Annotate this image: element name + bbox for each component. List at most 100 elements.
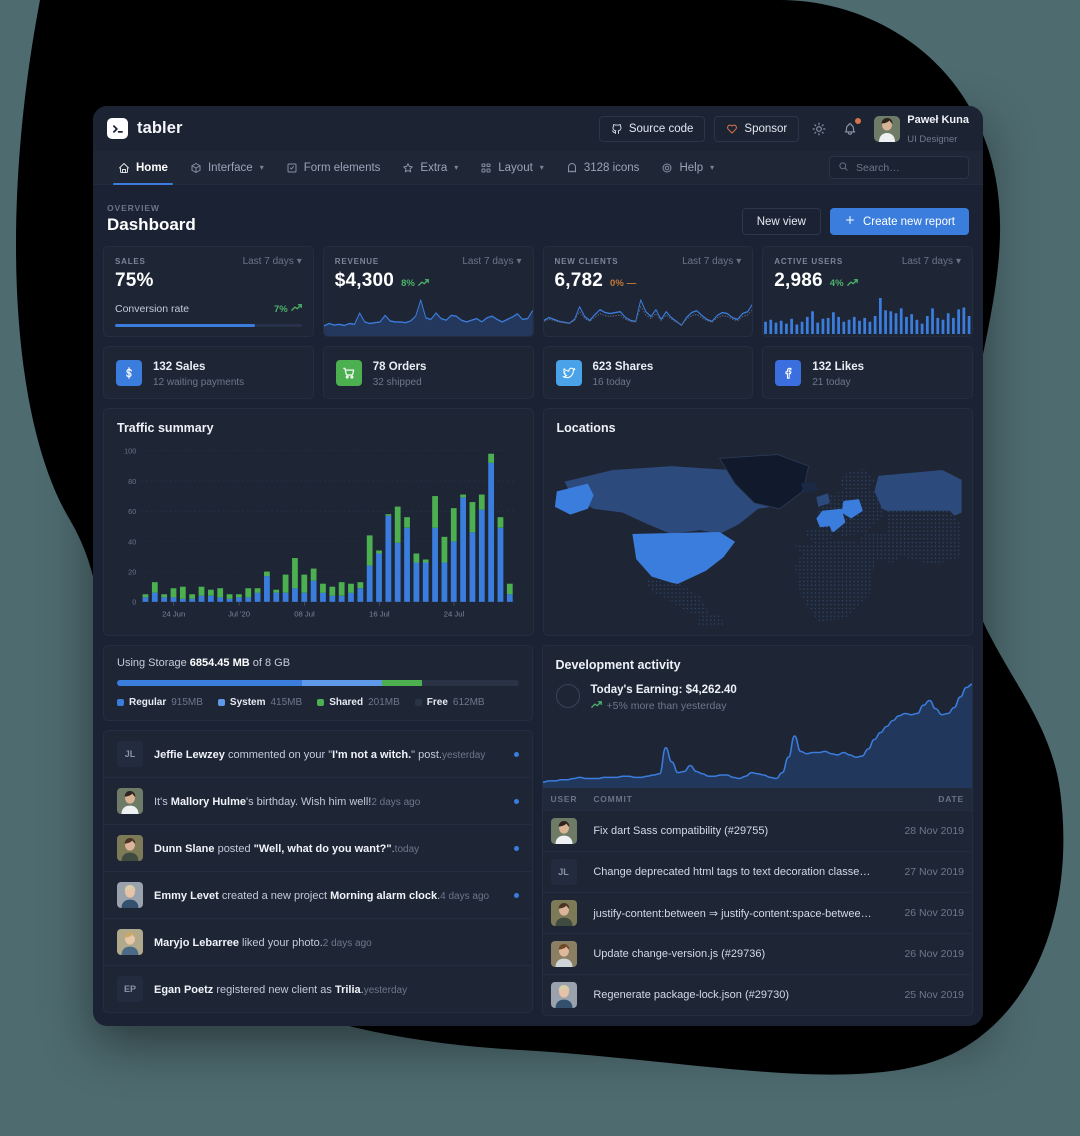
nav-item-form-elements[interactable]: Form elements [275, 151, 392, 185]
activity-time: yesterday [364, 985, 407, 996]
nav-item-help[interactable]: Help ▾ [650, 151, 725, 185]
unread-indicator [514, 752, 519, 757]
commit-date: 28 Nov 2019 [893, 811, 972, 852]
nav-label: Extra [420, 162, 447, 174]
legend-item: Free612MB [415, 697, 485, 708]
legend-size: 415MB [271, 697, 303, 708]
stat-period-selector[interactable]: Last 7 days ▾ [243, 256, 302, 267]
activity-time: today [395, 844, 419, 855]
nav-item-extra[interactable]: Extra ▾ [391, 151, 469, 185]
stat-label: ACTIVE USERS [774, 257, 843, 266]
svg-text:80: 80 [128, 477, 136, 486]
active-users-sparkline [763, 294, 972, 336]
social-card-orders[interactable]: 78 Orders 32 shipped [323, 346, 534, 399]
stat-label: SALES [115, 257, 146, 266]
list-item[interactable]: Maryjo Lebarree liked your photo.2 days … [104, 918, 532, 965]
unread-indicator [514, 846, 519, 851]
social-card-row: 132 Sales 12 waiting payments 78 Orders … [103, 346, 973, 399]
list-item[interactable]: It's Mallory Hulme's birthday. Wish him … [104, 777, 532, 824]
table-row[interactable]: Fix dart Sass compatibility (#29755)28 N… [543, 811, 973, 852]
notification-badge [855, 118, 861, 124]
svg-text:24 Jul: 24 Jul [444, 609, 465, 618]
list-item[interactable]: Dunn Slane posted "Well, what do you wan… [104, 824, 532, 871]
stat-label: NEW CLIENTS [555, 257, 619, 266]
commit-user [543, 811, 586, 852]
notifications-bell-icon[interactable] [839, 118, 861, 140]
social-card-shares[interactable]: 623 Shares 16 today [543, 346, 754, 399]
nav-label: 3128 icons [584, 162, 640, 174]
create-new-report-button[interactable]: Create new report [830, 208, 969, 235]
earning-change-label: +5% more than yesterday [607, 700, 727, 712]
tabler-logo-icon [107, 118, 128, 139]
conversion-progress-bar [115, 324, 302, 327]
stat-period-selector[interactable]: Last 7 days ▾ [902, 256, 961, 267]
list-item[interactable]: EPEgan Poetz registered new client as Tr… [104, 965, 532, 1012]
search-icon [838, 161, 849, 175]
stat-card-sales: SALES Last 7 days ▾ 75% Conversion rate … [103, 246, 314, 337]
stat-delta-value: 0% [610, 278, 624, 289]
brand[interactable]: tabler [107, 118, 183, 139]
plus-icon [844, 214, 856, 229]
social-card-likes[interactable]: 132 Likes 21 today [762, 346, 973, 399]
commit-message: Update change-version.js (#29736) [585, 934, 893, 975]
avatar-initials: JL [551, 859, 577, 885]
chevron-down-icon: ▾ [260, 163, 264, 172]
trend-flat-icon: — [627, 278, 637, 289]
svg-text:20: 20 [128, 567, 136, 576]
sponsor-button[interactable]: Sponsor [714, 116, 799, 142]
commit-message: Change deprecated html tags to text deco… [585, 852, 893, 893]
storage-card: Using Storage 6854.45 MB of 8 GB Regular… [103, 645, 533, 721]
stat-value: 75% [115, 270, 154, 292]
unread-indicator [514, 940, 519, 945]
grid-icon [480, 162, 492, 174]
storage-summary: Using Storage 6854.45 MB of 8 GB [117, 657, 519, 669]
stat-delta-value: 8% [401, 278, 415, 289]
list-item[interactable]: Emmy Levet created a new project Morning… [104, 871, 532, 918]
avatar [117, 835, 143, 861]
table-row[interactable]: justify-content:between ⇒ justify-conten… [543, 893, 973, 934]
page-pretitle: OVERVIEW [107, 203, 196, 213]
nav-item-interface[interactable]: Interface ▾ [179, 151, 275, 185]
legend-label: System [230, 697, 266, 708]
activity-time: yesterday [442, 750, 485, 761]
nav-item-home[interactable]: Home [107, 151, 179, 185]
social-sub: 21 today [812, 377, 864, 388]
table-row[interactable]: Regenerate package-lock.json (#29730)25 … [543, 975, 973, 1016]
period-label: Last 7 days [682, 256, 733, 267]
theme-toggle-sun-icon[interactable] [808, 118, 830, 140]
unread-indicator [514, 893, 519, 898]
col-commit: COMMIT [585, 788, 893, 811]
world-map[interactable] [544, 439, 973, 635]
stat-label: REVENUE [335, 257, 379, 266]
social-title: 623 Shares [593, 361, 654, 373]
today-earning: Today's Earning: $4,262.40 [591, 684, 737, 696]
charts-row: Traffic summary 02040608010024 JunJul '2… [103, 408, 973, 636]
svg-text:Jul '20: Jul '20 [228, 609, 250, 618]
storage-segment [117, 680, 302, 686]
user-menu[interactable]: Paweł Kuna UI Designer [874, 110, 969, 147]
social-sub: 16 today [593, 377, 654, 388]
table-row[interactable]: Update change-version.js (#29736)26 Nov … [543, 934, 973, 975]
nav-label: Help [679, 162, 703, 174]
stat-period-selector[interactable]: Last 7 days ▾ [682, 256, 741, 267]
social-card-sales[interactable]: 132 Sales 12 waiting payments [103, 346, 314, 399]
stat-period-selector[interactable]: Last 7 days ▾ [462, 256, 521, 267]
activity-text: Jeffie Lewzey commented on your "I'm not… [154, 749, 442, 761]
user-role: UI Designer [907, 134, 957, 145]
new-view-button[interactable]: New view [742, 208, 821, 235]
facebook-icon [775, 360, 801, 386]
source-code-button[interactable]: Source code [599, 116, 706, 142]
checkbox-icon [286, 162, 298, 174]
stat-delta-value: 4% [830, 278, 844, 289]
storage-segment [422, 680, 518, 686]
list-item[interactable]: JL Jeffie Lewzey commented on your "I'm n… [104, 731, 532, 777]
nav-item-icons[interactable]: 3128 icons [555, 151, 651, 185]
search-input[interactable]: Search… [829, 156, 969, 179]
nav-item-layout[interactable]: Layout ▾ [469, 151, 555, 185]
stat-delta: 8% [401, 278, 429, 290]
table-row[interactable]: JL Change deprecated html tags to text de… [543, 852, 973, 893]
box-icon [190, 162, 202, 174]
legend-item: Regular915MB [117, 697, 203, 708]
avatar-initials: JL [117, 741, 143, 767]
avatar [551, 818, 577, 844]
